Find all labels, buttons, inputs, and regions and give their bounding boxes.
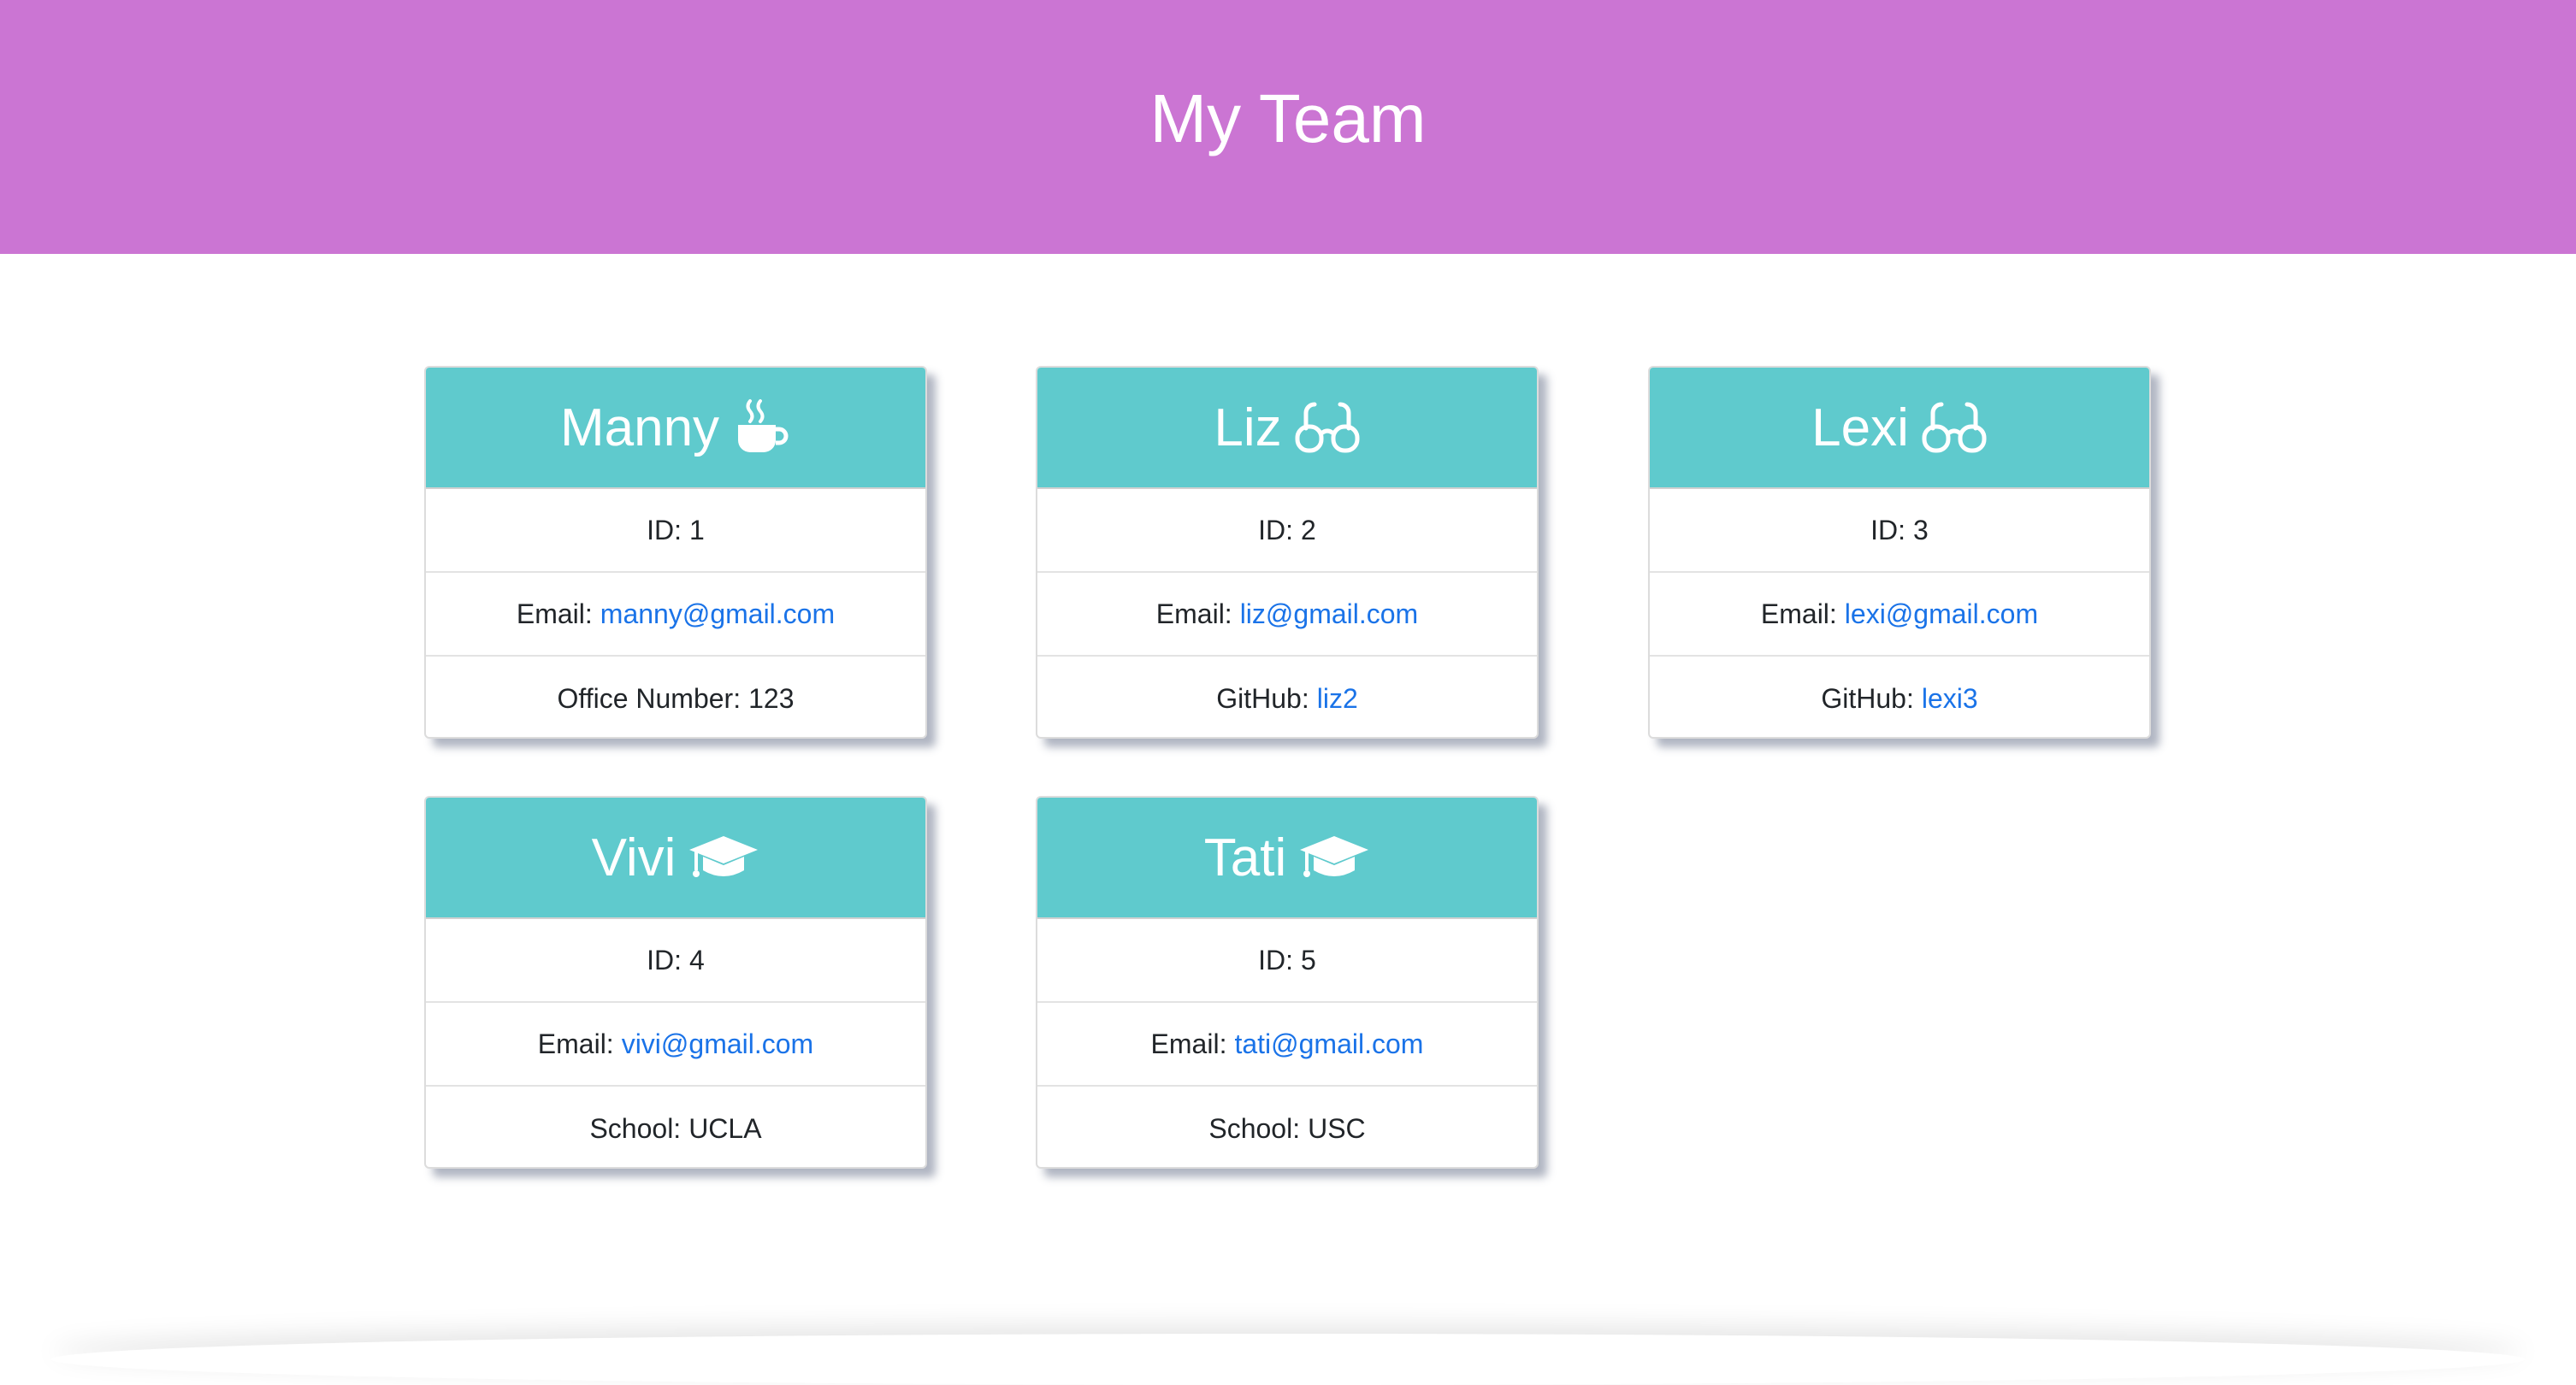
id-row: ID: 5 [1037,919,1537,1003]
id-value: 4 [689,944,705,975]
school-value: UCLA [688,1112,762,1144]
id-value: 3 [1913,514,1929,545]
school-label: School: [1208,1112,1301,1144]
email-label: Email: [1150,1028,1227,1059]
team-member-card: Vivi ID: 4 Email: vivi@gmail.com School:… [424,796,927,1169]
bottom-shadow [51,1334,2525,1385]
id-row: ID: 2 [1037,489,1537,573]
email-link[interactable]: lexi@gmail.com [1845,598,2038,630]
github-row: GitHub: liz2 [1037,657,1537,737]
team-member-card: Manny ID: 1 Email: manny@gmail.com Offic… [424,366,927,739]
card-header: Manny [426,368,925,489]
id-row: ID: 4 [426,919,925,1003]
email-link[interactable]: manny@gmail.com [600,598,835,630]
team-member-card: Lexi ID: 3 Email: lexi@gmail.com GitHub:… [1648,366,2151,739]
github-link[interactable]: liz2 [1317,683,1358,715]
github-link[interactable]: lexi3 [1922,683,1978,715]
id-row: ID: 3 [1650,489,2149,573]
glasses-icon [1921,398,1988,457]
card-header: Liz [1037,368,1537,489]
member-name: Liz [1214,398,1282,457]
id-row: ID: 1 [426,489,925,573]
card-header: Lexi [1650,368,2149,489]
card-header: Vivi [426,798,925,919]
school-value: USC [1308,1112,1366,1144]
email-label: Email: [1760,598,1837,629]
member-name: Tati [1203,828,1287,887]
office-number-value: 123 [748,682,795,714]
id-label: ID: [1870,514,1906,545]
github-label: GitHub: [1821,682,1914,714]
email-link[interactable]: liz@gmail.com [1240,598,1419,630]
email-label: Email: [537,1028,614,1059]
graduation-cap-icon [1298,828,1370,887]
school-row: School: USC [1037,1087,1537,1167]
team-member-card: Tati ID: 5 Email: tati@gmail.com School:… [1036,796,1539,1169]
email-label: Email: [516,598,593,629]
graduation-cap-icon [688,828,759,887]
school-label: School: [589,1112,682,1144]
member-name: Lexi [1811,398,1909,457]
office-number-label: Office Number: [557,682,741,714]
card-header: Tati [1037,798,1537,919]
id-value: 1 [689,514,705,545]
office-number-row: Office Number: 123 [426,657,925,737]
page-header: My Team [0,0,2576,254]
email-row: Email: vivi@gmail.com [426,1003,925,1087]
id-label: ID: [647,514,682,545]
page-title: My Team [1149,80,1427,156]
email-row: Email: lexi@gmail.com [1650,573,2149,657]
github-row: GitHub: lexi3 [1650,657,2149,737]
id-label: ID: [1258,514,1294,545]
email-link[interactable]: vivi@gmail.com [622,1028,814,1060]
email-row: Email: manny@gmail.com [426,573,925,657]
glasses-icon [1294,398,1361,457]
id-label: ID: [1258,944,1294,975]
member-name: Vivi [591,828,676,887]
email-row: Email: tati@gmail.com [1037,1003,1537,1087]
school-row: School: UCLA [426,1087,925,1167]
id-label: ID: [647,944,682,975]
id-value: 5 [1301,944,1316,975]
id-value: 2 [1301,514,1316,545]
member-name: Manny [559,398,720,457]
coffee-icon [731,398,791,457]
github-label: GitHub: [1216,682,1309,714]
email-row: Email: liz@gmail.com [1037,573,1537,657]
email-label: Email: [1155,598,1232,629]
team-member-card: Liz ID: 2 Email: liz@gmail.com GitHub: l… [1036,366,1539,739]
email-link[interactable]: tati@gmail.com [1234,1028,1423,1060]
